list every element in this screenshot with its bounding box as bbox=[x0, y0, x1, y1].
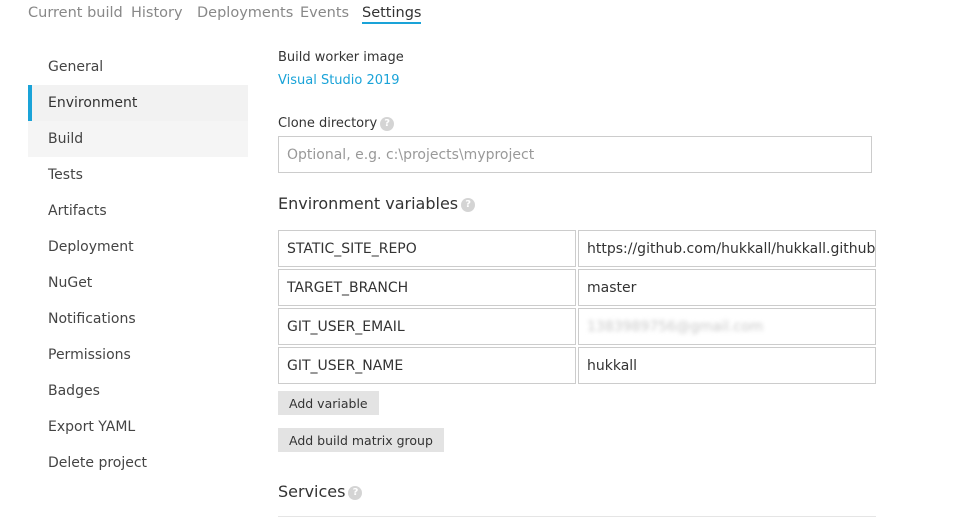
sidebar-item-nuget[interactable]: NuGet bbox=[28, 265, 248, 301]
sidebar-item-general[interactable]: General bbox=[28, 49, 248, 85]
sidebar-item-deployment[interactable]: Deployment bbox=[28, 229, 248, 265]
tab-history[interactable]: History bbox=[131, 5, 183, 21]
sidebar-item-artifacts[interactable]: Artifacts bbox=[28, 193, 248, 229]
env-var-name-input[interactable]: TARGET_BRANCH bbox=[278, 269, 576, 306]
environment-variables-heading: Environment variables? bbox=[278, 194, 476, 213]
clone-directory-label-text: Clone directory bbox=[278, 116, 378, 131]
services-title: Services bbox=[278, 482, 346, 501]
sidebar-item-tests[interactable]: Tests bbox=[28, 157, 248, 193]
section-divider bbox=[278, 516, 876, 517]
env-var-value-redacted: 1383989756@gmail.com bbox=[587, 318, 764, 335]
env-var-name-input[interactable]: STATIC_SITE_REPO bbox=[278, 230, 576, 267]
clone-directory-placeholder: Optional, e.g. c:\projects\myproject bbox=[287, 146, 535, 163]
env-var-value-input[interactable]: https://github.com/hukkall/hukkall.githu… bbox=[578, 230, 876, 267]
env-var-value-input[interactable]: hukkall bbox=[578, 347, 876, 384]
build-worker-label: Build worker image bbox=[278, 50, 404, 65]
help-icon[interactable]: ? bbox=[348, 485, 363, 500]
sidebar-item-badges[interactable]: Badges bbox=[28, 373, 248, 409]
clone-directory-input[interactable]: Optional, e.g. c:\projects\myproject bbox=[278, 136, 872, 173]
sidebar-item-build[interactable]: Build bbox=[28, 121, 248, 157]
help-icon[interactable]: ? bbox=[380, 116, 395, 131]
tab-current-build[interactable]: Current build bbox=[28, 5, 123, 21]
env-var-value-input[interactable]: master bbox=[578, 269, 876, 306]
sidebar-item-permissions[interactable]: Permissions bbox=[28, 337, 248, 373]
environment-variables-title: Environment variables bbox=[278, 194, 459, 213]
env-var-value-input[interactable]: 1383989756@gmail.com bbox=[578, 308, 876, 345]
clone-directory-label: Clone directory? bbox=[278, 116, 395, 131]
add-build-matrix-group-button[interactable]: Add build matrix group bbox=[278, 428, 444, 452]
sidebar-item-environment[interactable]: Environment bbox=[28, 85, 248, 121]
sidebar-item-export-yaml[interactable]: Export YAML bbox=[28, 409, 248, 445]
sidebar-item-notifications[interactable]: Notifications bbox=[28, 301, 248, 337]
env-var-name-input[interactable]: GIT_USER_NAME bbox=[278, 347, 576, 384]
environment-settings: Build worker image Visual Studio 2019 Cl… bbox=[278, 0, 878, 519]
env-var-name-input[interactable]: GIT_USER_EMAIL bbox=[278, 308, 576, 345]
build-worker-image-link[interactable]: Visual Studio 2019 bbox=[278, 73, 400, 88]
settings-sidebar: General Environment Build Tests Artifact… bbox=[28, 49, 248, 481]
sidebar-item-delete-project[interactable]: Delete project bbox=[28, 445, 248, 481]
services-heading: Services? bbox=[278, 482, 363, 501]
help-icon[interactable]: ? bbox=[461, 197, 476, 212]
add-variable-button[interactable]: Add variable bbox=[278, 391, 379, 415]
